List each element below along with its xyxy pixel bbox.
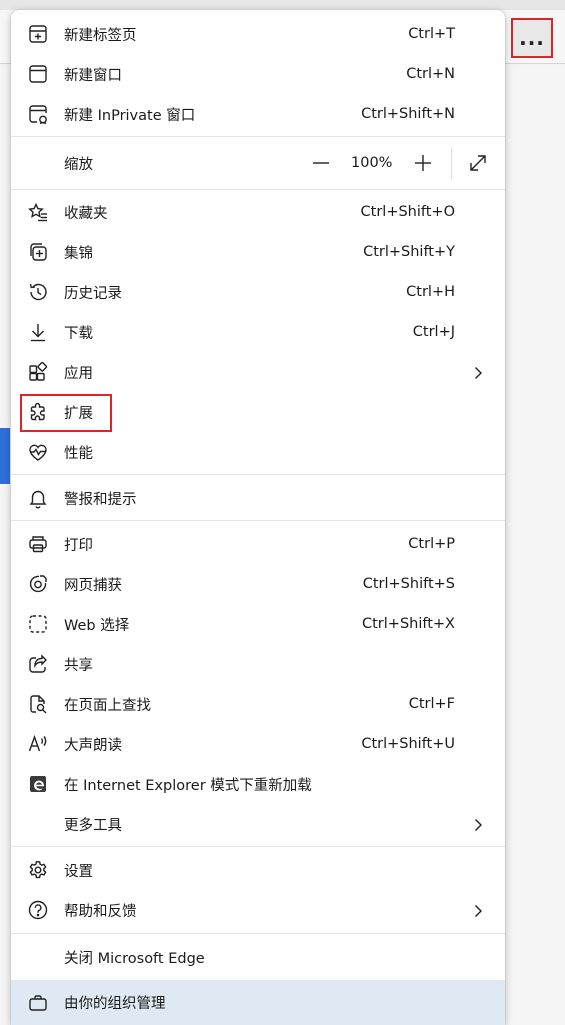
menu-item-label: 大声朗读 (64, 737, 122, 754)
history-icon (27, 281, 49, 303)
menu-divider (11, 474, 505, 475)
inprivate-icon (27, 103, 49, 125)
briefcase-icon (27, 992, 49, 1014)
find-icon (27, 693, 49, 715)
menu-item-label: 在 Internet Explorer 模式下重新加载 (64, 777, 312, 794)
settings-menu: 新建标签页 Ctrl+T 新建窗口 Ctrl+N 新建 InPrivate 窗口… (11, 10, 505, 1025)
chevron-right-icon (471, 903, 485, 917)
menu-item-new-tab[interactable]: 新建标签页 Ctrl+T (11, 14, 505, 54)
menu-item-shortcut: Ctrl+Shift+S (362, 576, 455, 592)
menu-item-label: 性能 (64, 445, 93, 462)
read-aloud-icon (27, 733, 49, 755)
menu-divider (11, 846, 505, 847)
menu-item-find[interactable]: 在页面上查找 Ctrl+F (11, 684, 505, 724)
menu-item-label: 网页捕获 (64, 577, 122, 594)
menu-item-shortcut: Ctrl+Shift+N (361, 106, 455, 122)
menu-item-label: 下载 (64, 325, 93, 342)
menu-item-web-select[interactable]: Web 选择 Ctrl+Shift+X (11, 604, 505, 644)
menu-item-more-tools[interactable]: 更多工具 (11, 804, 505, 844)
menu-item-label: 设置 (64, 863, 93, 880)
menu-divider (11, 520, 505, 521)
menu-item-label: 关闭 Microsoft Edge (64, 950, 205, 967)
web-capture-icon (27, 573, 49, 595)
fullscreen-icon[interactable] (466, 151, 490, 175)
menu-item-label: 应用 (64, 365, 93, 382)
menu-item-label: 在页面上查找 (64, 697, 151, 714)
menu-item-managed-by-org[interactable]: 由你的组织管理 (11, 980, 505, 1025)
menu-item-print[interactable]: 打印 Ctrl+P (11, 524, 505, 564)
menu-item-downloads[interactable]: 下载 Ctrl+J (11, 312, 505, 352)
menu-item-shortcut: Ctrl+Shift+Y (363, 244, 455, 260)
menu-divider (11, 136, 505, 137)
menu-item-alerts[interactable]: 警报和提示 (11, 478, 505, 518)
menu-item-share[interactable]: 共享 (11, 644, 505, 684)
menu-item-web-capture[interactable]: 网页捕获 Ctrl+Shift+S (11, 564, 505, 604)
menu-item-help[interactable]: 帮助和反馈 (11, 890, 505, 930)
menu-item-label: 帮助和反馈 (64, 903, 137, 920)
menu-item-shortcut: Ctrl+Shift+O (360, 204, 455, 220)
menu-item-shortcut: Ctrl+N (406, 66, 455, 82)
ie-icon (27, 773, 49, 795)
menu-item-label: 共享 (64, 657, 93, 674)
menu-item-shortcut: Ctrl+P (408, 536, 455, 552)
help-icon (27, 899, 49, 921)
menu-item-label: 新建 InPrivate 窗口 (64, 107, 196, 124)
menu-item-label: 更多工具 (64, 817, 122, 834)
menu-item-label: 新建标签页 (64, 27, 137, 44)
window-icon (27, 63, 49, 85)
menu-item-label: 新建窗口 (64, 67, 122, 84)
menu-item-favorites[interactable]: 收藏夹 Ctrl+Shift+O (11, 192, 505, 232)
menu-item-new-inprivate[interactable]: 新建 InPrivate 窗口 Ctrl+Shift+N (11, 94, 505, 134)
extensions-icon (27, 401, 49, 423)
menu-item-label: 打印 (64, 537, 93, 554)
menu-item-label: Web 选择 (64, 617, 130, 634)
download-icon (27, 321, 49, 343)
web-select-icon (27, 613, 49, 635)
menu-item-zoom: 缩放 100% (11, 143, 505, 183)
bell-icon (27, 487, 49, 509)
menu-item-collections[interactable]: 集锦 Ctrl+Shift+Y (11, 232, 505, 272)
tab-strip (0, 0, 565, 10)
performance-icon (27, 441, 49, 463)
menu-item-new-window[interactable]: 新建窗口 Ctrl+N (11, 54, 505, 94)
settings-and-more-button[interactable]: ... (511, 18, 553, 58)
menu-item-label: 历史记录 (64, 285, 122, 302)
menu-item-shortcut: Ctrl+H (406, 284, 455, 300)
minus-icon[interactable] (309, 151, 333, 175)
share-icon (27, 653, 49, 675)
menu-item-label: 警报和提示 (64, 491, 137, 508)
menu-item-performance[interactable]: 性能 (11, 432, 505, 472)
menu-item-shortcut: Ctrl+Shift+U (361, 736, 455, 752)
menu-item-extensions[interactable]: 扩展 (11, 392, 505, 432)
favorites-icon (27, 201, 49, 223)
menu-item-shortcut: Ctrl+F (408, 696, 455, 712)
menu-item-label: 集锦 (64, 245, 93, 262)
gear-icon (27, 859, 49, 881)
menu-item-label: 收藏夹 (64, 205, 108, 222)
menu-item-read-aloud[interactable]: 大声朗读 Ctrl+Shift+U (11, 724, 505, 764)
menu-item-shortcut: Ctrl+T (408, 26, 455, 42)
collections-icon (27, 241, 49, 263)
plus-icon[interactable] (411, 151, 435, 175)
page-accent-bar (0, 428, 10, 484)
menu-item-label: 由你的组织管理 (64, 996, 166, 1012)
menu-divider (11, 933, 505, 934)
menu-item-close-edge[interactable]: 关闭 Microsoft Edge (11, 937, 505, 977)
menu-item-apps[interactable]: 应用 (11, 352, 505, 392)
menu-item-shortcut: Ctrl+Shift+X (362, 616, 455, 632)
menu-item-shortcut: Ctrl+J (412, 324, 455, 340)
menu-divider (11, 189, 505, 190)
zoom-separator (451, 147, 452, 179)
menu-item-ie-mode[interactable]: 在 Internet Explorer 模式下重新加载 (11, 764, 505, 804)
new-tab-icon (27, 23, 49, 45)
chevron-right-icon (471, 817, 485, 831)
menu-item-history[interactable]: 历史记录 Ctrl+H (11, 272, 505, 312)
menu-item-label: 扩展 (64, 405, 93, 422)
printer-icon (27, 533, 49, 555)
menu-item-settings[interactable]: 设置 (11, 850, 505, 890)
zoom-value: 100% (351, 155, 393, 171)
apps-icon (27, 361, 49, 383)
zoom-label: 缩放 (64, 156, 93, 173)
chevron-right-icon (471, 365, 485, 379)
